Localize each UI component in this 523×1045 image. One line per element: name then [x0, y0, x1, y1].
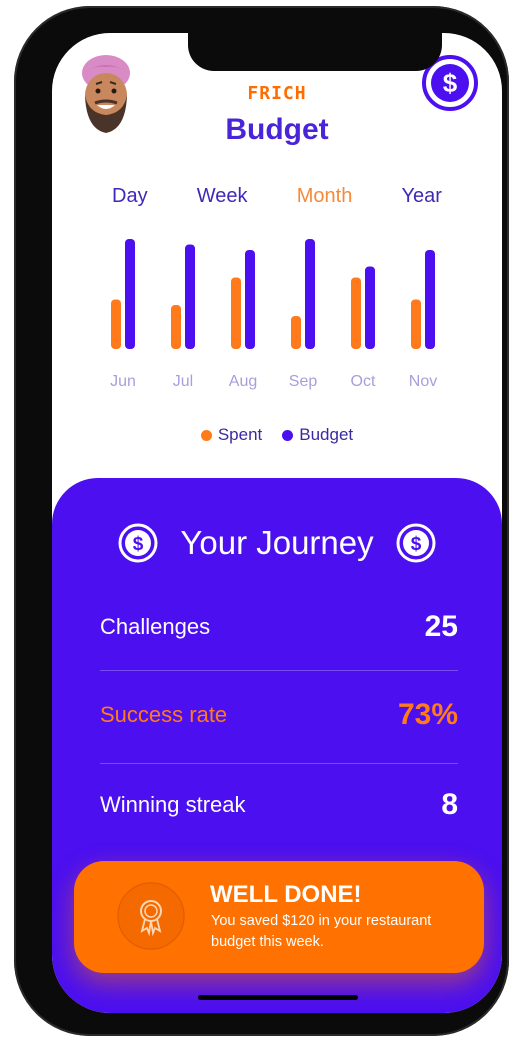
bar-budget-oct — [365, 266, 375, 349]
home-indicator[interactable] — [198, 995, 358, 1000]
stat-value: 73% — [397, 698, 458, 731]
bar-spent-oct — [351, 277, 361, 349]
period-tabs: Day Week Month Year — [112, 185, 442, 208]
page-title: Budget — [225, 113, 329, 146]
bar-budget-aug — [245, 250, 255, 349]
bar-spent-aug — [231, 277, 241, 349]
tab-month[interactable]: Month — [297, 185, 353, 208]
bar-budget-jul — [185, 244, 195, 349]
stat-value: 25 — [424, 610, 458, 643]
stat-row-winning-streak: Winning streak 8 — [100, 788, 458, 822]
svg-text:$: $ — [133, 534, 144, 555]
budget-bar-chart: Jun Jul Aug Sep Oct Nov — [110, 239, 437, 390]
legend-dot-spent — [200, 429, 212, 441]
app-screen: FRICH $ Budget Day Week Month Year Jun Ju… — [52, 33, 502, 1013]
achievement-notification[interactable]: WELL DONE! You saved $120 in your restau… — [74, 861, 484, 973]
svg-text:$: $ — [410, 534, 421, 555]
dollar-icon: $ — [396, 523, 436, 563]
x-tick-label: Jun — [110, 373, 136, 390]
tab-year[interactable]: Year — [402, 185, 442, 208]
legend-item-spent: Spent — [200, 425, 263, 445]
x-tick-label: Nov — [409, 373, 437, 390]
stat-label: Success rate — [100, 702, 228, 727]
bar-spent-jun — [111, 299, 121, 349]
chart-legend: Spent Budget — [52, 425, 502, 445]
device-notch — [188, 33, 442, 71]
journey-header: $ Your Journey $ — [52, 523, 502, 563]
bar-budget-sep — [305, 239, 315, 349]
stat-row-challenges: Challenges 25 — [100, 610, 458, 644]
bar-budget-nov — [425, 250, 435, 349]
bar-spent-nov — [411, 299, 421, 349]
stat-label: Winning streak — [100, 792, 246, 817]
journey-title: Your Journey — [180, 524, 374, 561]
stat-label: Challenges — [100, 614, 211, 639]
x-tick-label: Oct — [351, 373, 376, 390]
legend-dot-budget — [282, 429, 294, 441]
svg-text:$: $ — [443, 68, 458, 98]
stat-row-success-rate: Success rate 73% — [100, 698, 458, 732]
notification-message: You saved $120 in your restaurant budget… — [211, 913, 432, 950]
x-tick-label: Sep — [289, 373, 318, 390]
x-tick-label: Jul — [173, 373, 193, 390]
stat-value: 8 — [441, 788, 458, 821]
dollar-icon: $ — [118, 523, 158, 563]
medal-icon — [117, 882, 185, 950]
bar-budget-jun — [125, 239, 135, 349]
bar-spent-jul — [171, 305, 181, 349]
tab-day[interactable]: Day — [112, 185, 148, 208]
x-tick-label: Aug — [229, 373, 257, 390]
legend-label-budget: Budget — [299, 425, 354, 444]
legend-label-spent: Spent — [217, 425, 263, 444]
divider — [100, 763, 458, 764]
phone-frame: FRICH $ Budget Day Week Month Year Jun Ju… — [14, 6, 509, 1036]
divider — [100, 670, 458, 671]
notification-title: WELL DONE! — [210, 881, 362, 908]
bar-spent-sep — [291, 316, 301, 349]
tab-week[interactable]: Week — [197, 185, 248, 208]
legend-item-budget: Budget — [282, 425, 353, 445]
